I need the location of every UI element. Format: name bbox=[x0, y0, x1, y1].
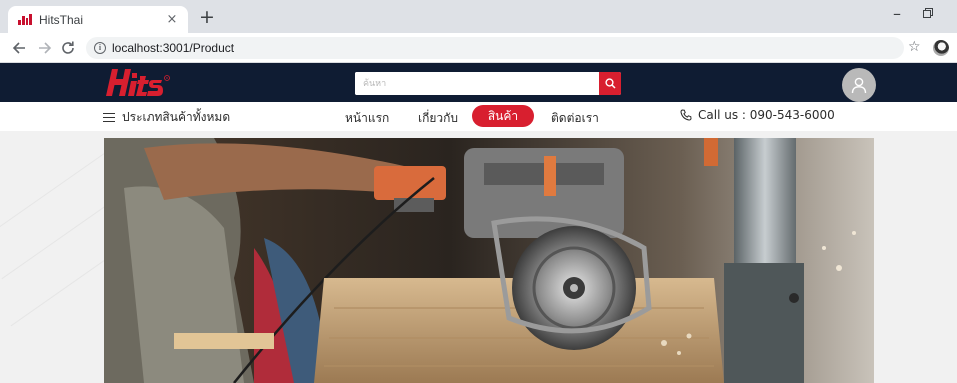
phone-icon bbox=[680, 109, 692, 121]
nav-link-products-active[interactable]: สินค้า bbox=[472, 105, 534, 127]
hamburger-menu-icon bbox=[103, 112, 115, 123]
page-content bbox=[0, 131, 957, 383]
arrow-left-icon[interactable] bbox=[10, 38, 30, 58]
hero-banner-image bbox=[104, 138, 874, 383]
hits-favicon-icon bbox=[18, 14, 32, 25]
browser-tab-strip: HitsThai × + – bbox=[0, 0, 957, 33]
background-decoration bbox=[10, 256, 110, 327]
search-input[interactable] bbox=[355, 72, 599, 95]
site-header: R bbox=[0, 63, 957, 102]
hits-logo[interactable]: R bbox=[104, 67, 172, 98]
call-us-text: Call us : 090-543-6000 bbox=[698, 108, 835, 122]
new-tab-button[interactable]: + bbox=[196, 7, 218, 29]
browser-profile-avatar[interactable] bbox=[933, 40, 949, 56]
arrow-right-icon[interactable] bbox=[34, 38, 54, 58]
nav-link-contact[interactable]: ติดต่อเรา bbox=[551, 109, 599, 128]
tab-title: HitsThai bbox=[39, 12, 84, 27]
window-restore-icon[interactable] bbox=[923, 8, 933, 18]
hero-banner bbox=[104, 138, 874, 383]
browser-tab[interactable]: HitsThai × bbox=[8, 6, 188, 33]
user-avatar-button[interactable] bbox=[842, 68, 876, 102]
search-button[interactable] bbox=[599, 72, 621, 95]
background-decoration bbox=[0, 150, 108, 233]
user-icon bbox=[851, 77, 867, 94]
address-bar[interactable]: i localhost:3001/Product bbox=[86, 37, 904, 59]
all-categories-menu[interactable]: ประเภทสินค้าทั้งหมด bbox=[103, 108, 230, 127]
search-icon bbox=[604, 78, 616, 89]
nav-link-home[interactable]: หน้าแรก bbox=[345, 109, 389, 128]
url-text: localhost:3001/Product bbox=[112, 41, 235, 55]
nav-link-about[interactable]: เกี่ยวกับ bbox=[418, 109, 458, 128]
reload-icon[interactable] bbox=[58, 38, 78, 58]
window-minimize-button[interactable]: – bbox=[893, 4, 901, 23]
call-us-link[interactable]: Call us : 090-543-6000 bbox=[680, 108, 835, 122]
main-navigation: ประเภทสินค้าทั้งหมด หน้าแรก เกี่ยวกับ สิ… bbox=[0, 102, 957, 131]
tab-close-icon[interactable]: × bbox=[164, 12, 180, 27]
search-box bbox=[355, 72, 621, 95]
bookmark-star-icon[interactable]: ☆ bbox=[908, 39, 921, 55]
browser-toolbar: i localhost:3001/Product ☆ bbox=[0, 33, 957, 63]
all-categories-label: ประเภทสินค้าทั้งหมด bbox=[122, 110, 231, 124]
svg-text:R: R bbox=[166, 76, 168, 80]
info-icon[interactable]: i bbox=[94, 42, 106, 54]
